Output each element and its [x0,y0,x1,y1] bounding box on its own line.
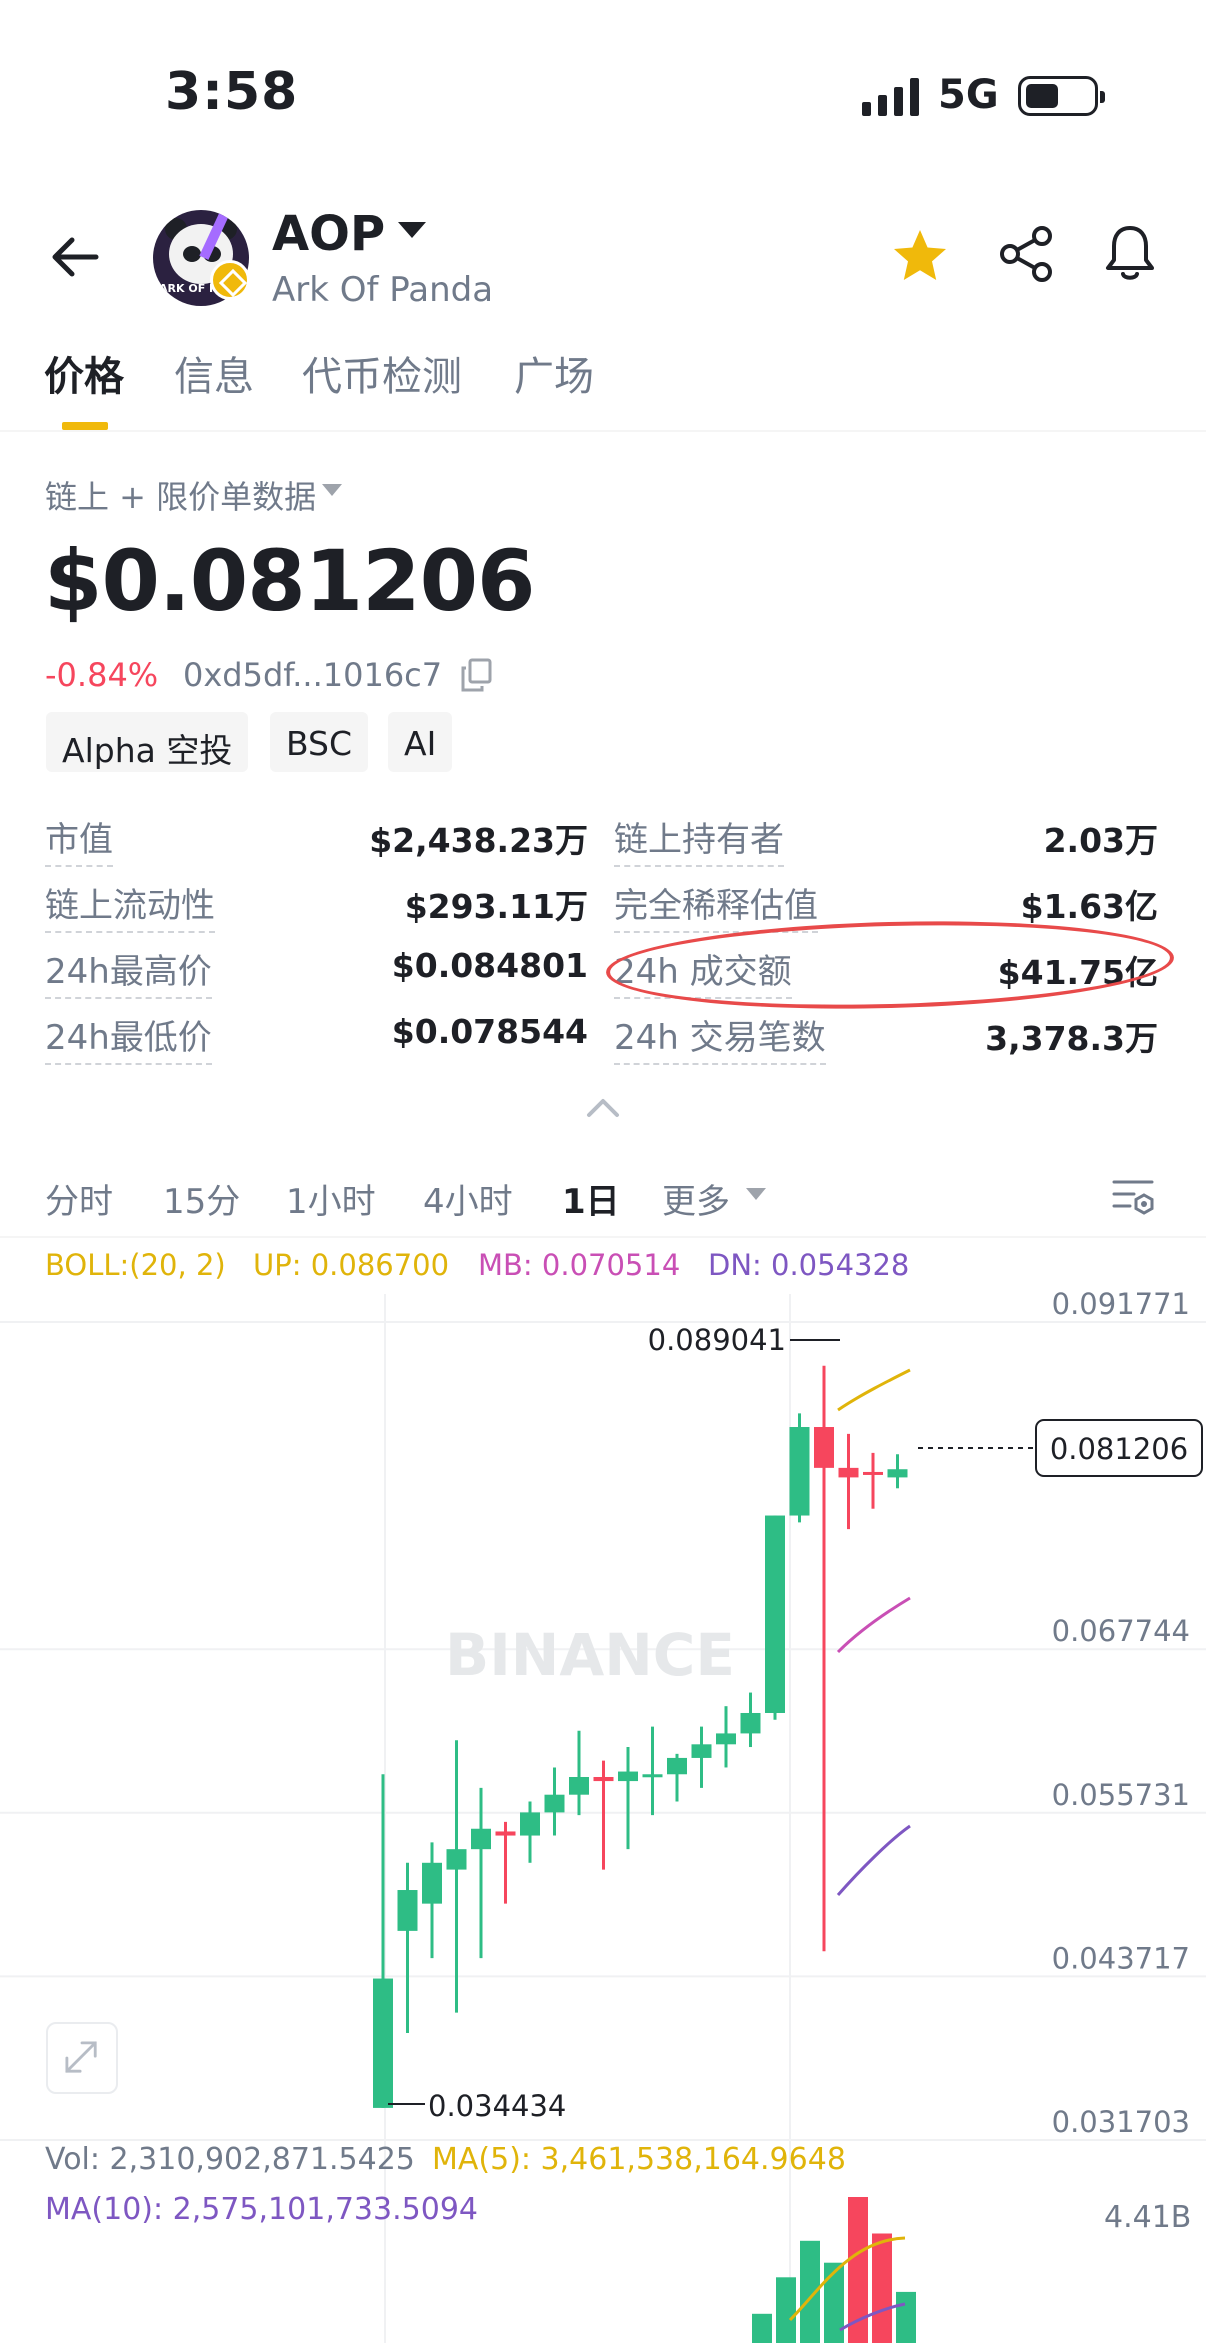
candle-body [887,1469,908,1478]
back-arrow-icon[interactable] [48,230,102,284]
stat-value-24h-high: $0.084801 [391,946,588,985]
signal-icon [862,78,919,116]
volume-ma5: MA(5): 3,461,538,164.9648 [432,2142,846,2177]
candle-body [544,1794,565,1813]
volume-axis-label: 4.41B [1104,2200,1192,2235]
favorite-star-icon[interactable] [890,226,950,286]
candle-body [397,1890,418,1931]
caret-down-icon[interactable] [746,1188,766,1200]
network-type: 5G [938,72,999,118]
bell-notification-icon[interactable] [1100,222,1160,284]
stat-value-market-cap: $2,438.23万 [369,821,588,860]
interval-1h[interactable]: 1小时 [286,1174,376,1223]
data-source-selector[interactable]: 链上 + 限价单数据 [45,472,316,518]
share-icon[interactable] [996,224,1056,284]
boll-middle-line [836,1596,911,1654]
candle-body [471,1828,491,1850]
candle-body [373,1978,393,2108]
chevron-up-icon[interactable] [586,1096,620,1118]
caret-down-icon[interactable] [398,222,426,238]
y-tick-label: 0.091771 [1052,1287,1190,1321]
active-tab-indicator [62,422,108,430]
candle-body [520,1812,540,1836]
token-symbol[interactable]: AOP [272,206,385,262]
token-name: Ark Of Panda [272,270,494,310]
token-header: ARK OF P AOP Ark Of Panda [0,200,1206,320]
caret-down-icon[interactable] [322,484,342,496]
candle-body [618,1771,638,1782]
stat-label-holders[interactable]: 链上持有者 [614,812,784,867]
volume-bar [896,2291,916,2343]
tab-price[interactable]: 价格 [44,344,124,402]
interval-4h[interactable]: 4小时 [423,1174,513,1223]
tab-square[interactable]: 广场 [514,344,594,402]
candle-body [838,1467,859,1478]
current-price: $0.081206 [44,532,535,630]
candle-body [716,1733,736,1745]
candle-body [569,1776,589,1795]
tag-ai[interactable]: AI [388,712,453,772]
candle-body [495,1831,516,1836]
tab-token-check[interactable]: 代币检测 [302,344,462,402]
copy-icon[interactable] [460,658,492,692]
interval-1d[interactable]: 1日 [562,1174,620,1223]
volume-bar [872,2233,892,2343]
candle-body [814,1427,834,1468]
main-tabs: 价格 信息 代币检测 广场 [0,340,1206,432]
y-tick-label: 0.031703 [1052,2105,1190,2139]
candle-body [691,1744,712,1758]
interval-more[interactable]: 更多 [662,1174,730,1223]
interval-line[interactable]: 分时 [45,1174,113,1223]
expand-arrows-icon [65,2041,97,2073]
candle-body [642,1774,663,1778]
candle-body [863,1471,883,1475]
candle-body [789,1427,810,1516]
stat-value-liquidity: $293.11万 [404,887,588,926]
candle-body [667,1757,687,1775]
status-bar: 3:58 5G [0,0,1206,200]
status-time: 3:58 [165,62,299,122]
binance-watermark: BINANCE [445,1621,735,1689]
stat-value-holders: 2.03万 [1043,821,1158,860]
candle-body [765,1515,785,1713]
boll-upper-line [837,1368,911,1412]
candlestick-chart[interactable]: 0.091771 0.067744 0.055731 0.043717 0.031703… [0,1240,1206,2343]
chart-settings-icon[interactable] [1112,1176,1156,1216]
candle-body [422,1862,442,1904]
stat-label-24h-trades[interactable]: 24h 交易笔数 [614,1010,826,1065]
interval-15m[interactable]: 15分 [163,1174,240,1223]
tag-alpha-airdrop[interactable]: Alpha 空投 [46,712,249,772]
low-price-label: 0.034434 [428,2089,566,2123]
stat-value-fdv: $1.63亿 [1020,887,1158,926]
boll-lower-line [836,1824,911,1896]
volume-value: Vol: 2,310,902,871.5425 [45,2142,415,2177]
battery-icon [1018,76,1105,116]
logo-lettering: ARK OF P [159,282,218,295]
stat-value-24h-trades: 3,378.3万 [985,1019,1158,1058]
stat-value-24h-low: $0.078544 [391,1012,588,1051]
stat-label-liquidity[interactable]: 链上流动性 [45,878,215,933]
y-tick-label: 0.067744 [1052,1614,1190,1648]
fullscreen-expand-button[interactable] [46,2022,118,2094]
high-price-label: 0.089041 [648,1323,786,1357]
candle-body [593,1776,614,1782]
stat-label-24h-low[interactable]: 24h最低价 [45,1010,212,1065]
candle-body [740,1712,761,1734]
tab-info[interactable]: 信息 [174,344,254,402]
stat-label-market-cap[interactable]: 市值 [45,812,113,867]
stat-label-fdv[interactable]: 完全稀释估值 [614,878,818,933]
volume-ma10: MA(10): 2,575,101,733.5094 [45,2192,478,2227]
volume-bar [752,2313,772,2343]
candle-body [446,1849,467,1870]
volume-bar [776,2277,796,2343]
chart-interval-bar: 分时 15分 1小时 4小时 1日 更多 [0,1158,1206,1230]
bnb-chain-badge-icon [210,260,250,300]
stat-label-24h-high[interactable]: 24h最高价 [45,944,212,999]
price-change-percent: -0.84% [45,656,159,694]
contract-address[interactable]: 0xd5df...1016c7 [183,656,442,694]
tag-bsc[interactable]: BSC [270,712,369,772]
y-tick-label: 0.043717 [1052,1941,1190,1975]
current-price-label: 0.081206 [1050,1432,1188,1466]
y-tick-label: 0.055731 [1052,1778,1190,1812]
